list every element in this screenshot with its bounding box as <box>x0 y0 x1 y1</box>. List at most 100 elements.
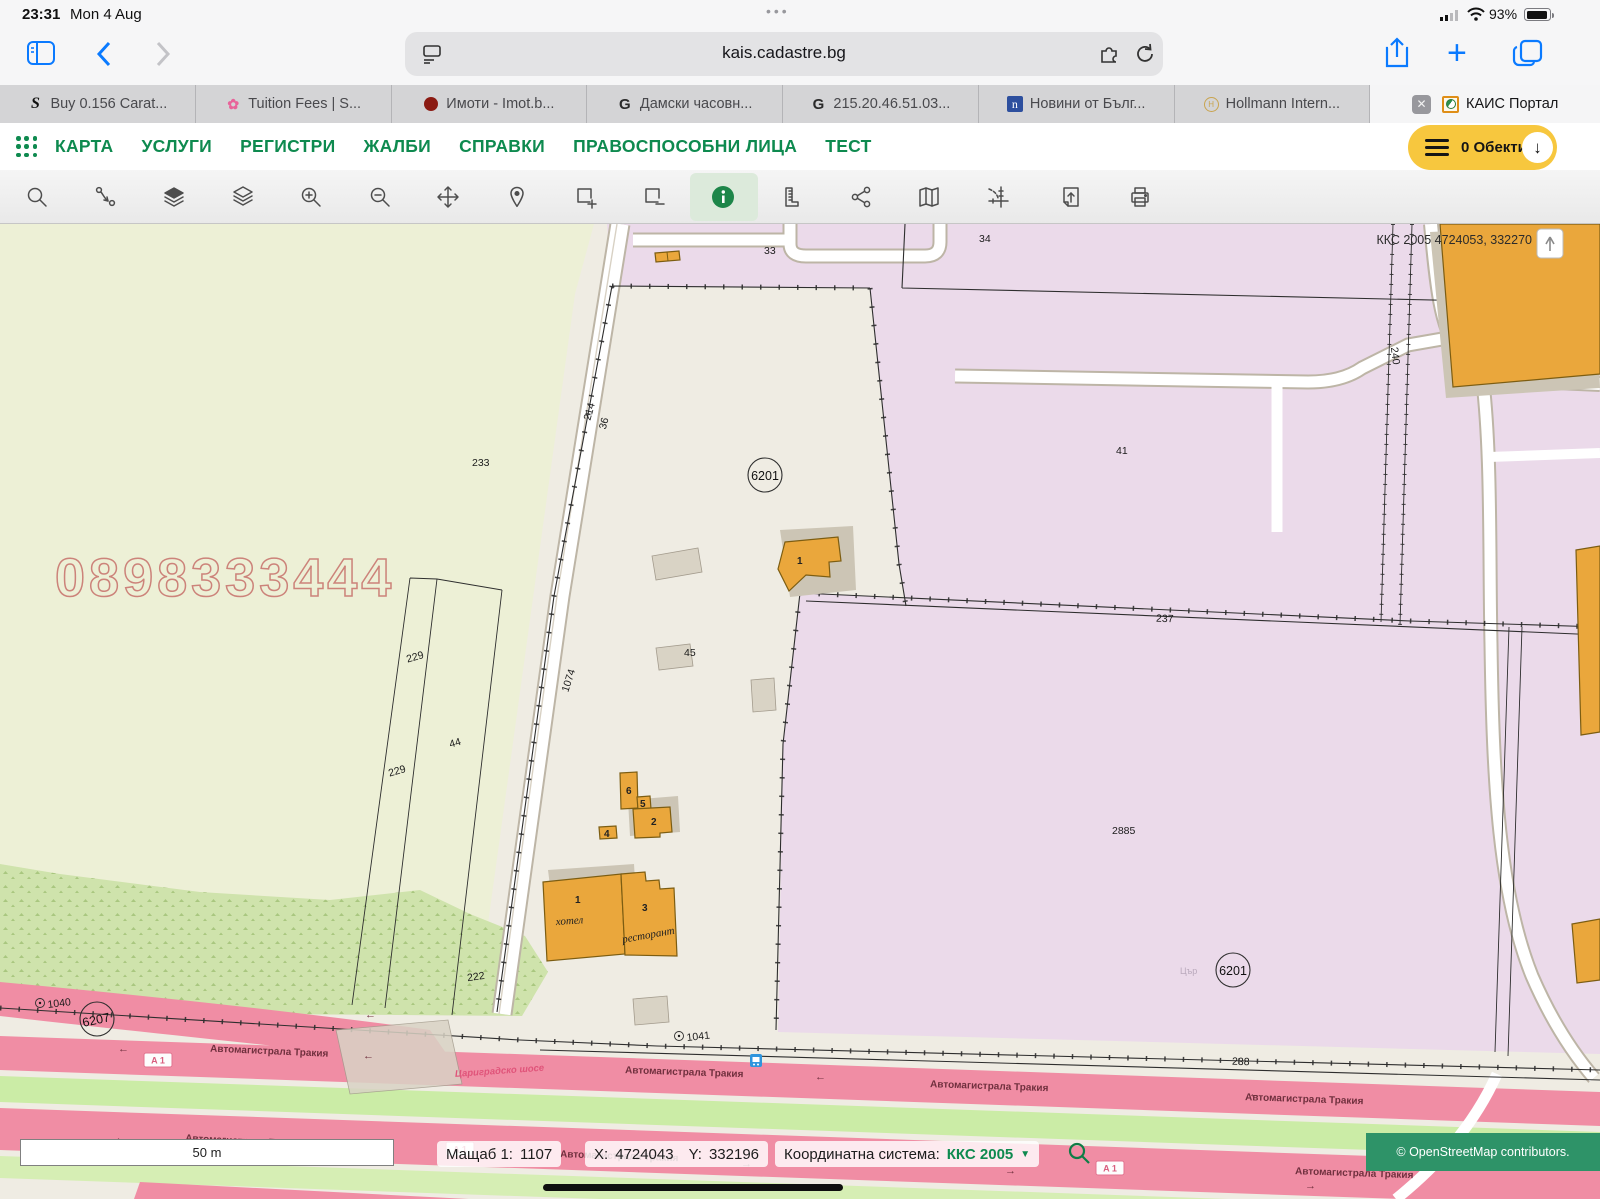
crs-readout: ККС 2005 4724053, 332270 <box>1376 233 1532 247</box>
search-icon[interactable] <box>25 185 49 209</box>
tab-ip-search[interactable]: G 215.20.46.51.03... <box>783 85 979 123</box>
svg-text:←: ← <box>118 1043 129 1055</box>
svg-text:→: → <box>1305 1180 1316 1192</box>
extent-remove-icon[interactable] <box>642 185 666 209</box>
nav-spravki[interactable]: СПРАВКИ <box>459 136 545 157</box>
print-icon[interactable] <box>1128 185 1152 209</box>
coordinates-readout: X:4724043 Y:332196 <box>585 1141 768 1167</box>
portal-nav: КАРТА УСЛУГИ РЕГИСТРИ ЖАЛБИ СПРАВКИ ПРАВ… <box>0 123 1600 170</box>
date: Mon 4 Aug <box>70 6 142 23</box>
nav-karta[interactable]: КАРТА <box>55 136 114 157</box>
close-tab-icon[interactable]: ✕ <box>1412 95 1431 114</box>
a1-badge: A 1 <box>1096 1161 1124 1175</box>
crs-selector[interactable]: Координатна система: ККС 2005 ▼ <box>775 1141 1039 1167</box>
north-arrow-button[interactable] <box>1537 229 1563 258</box>
nav-registri[interactable]: РЕГИСТРИ <box>240 136 335 157</box>
watermark-phone: 0898333444 <box>55 548 395 608</box>
tab-news[interactable]: n Новини от Бълг... <box>979 85 1175 123</box>
nav-test[interactable]: ТЕСТ <box>825 136 871 157</box>
nav-pravosposobni[interactable]: ПРАВОСПОСОБНИ ЛИЦА <box>573 136 797 157</box>
kais-favicon <box>1442 96 1459 113</box>
osm-attribution[interactable]: © OpenStreetMap contributors. <box>1366 1133 1600 1171</box>
svg-text:34: 34 <box>979 233 991 245</box>
svg-text:←: ← <box>365 1009 376 1021</box>
url-text[interactable]: kais.cadastre.bg <box>405 43 1163 63</box>
coordinate-grid-icon[interactable] <box>986 185 1010 209</box>
svg-text:A 1: A 1 <box>1103 1164 1117 1174</box>
extensions-icon[interactable] <box>1097 42 1121 66</box>
svg-text:4: 4 <box>604 829 610 840</box>
svg-text:2: 2 <box>651 817 657 828</box>
tab-imoti[interactable]: Имоти - Imot.b... <box>392 85 588 123</box>
reload-icon[interactable] <box>1133 42 1157 66</box>
tab-watches[interactable]: G Дамски часовн... <box>587 85 783 123</box>
battery-icon <box>1524 8 1551 21</box>
wifi-icon <box>1467 7 1485 21</box>
svg-text:6: 6 <box>626 786 632 797</box>
svg-text:33: 33 <box>764 245 776 257</box>
tab-sothebys[interactable]: S Buy 0.156 Carat... <box>0 85 196 123</box>
svg-text:A 1: A 1 <box>151 1056 165 1066</box>
svg-text:1: 1 <box>797 556 803 567</box>
map-toolbar <box>0 170 1600 224</box>
sothebys-favicon: S <box>27 96 43 112</box>
layers-outline-icon[interactable] <box>231 185 255 209</box>
svg-text:6201: 6201 <box>1219 964 1247 978</box>
multitask-dots[interactable]: ••• <box>766 3 790 19</box>
tabs-overview-icon[interactable] <box>1512 38 1544 68</box>
footer-search-icon[interactable] <box>1066 1140 1092 1171</box>
browser-toolbar: kais.cadastre.bg + <box>0 28 1600 85</box>
sidebar-toggle-icon[interactable] <box>26 40 56 66</box>
map-folded-icon[interactable] <box>917 185 941 209</box>
new-tab-button[interactable]: + <box>1447 34 1467 73</box>
clock: 23:31 <box>22 6 60 23</box>
apps-grid-icon[interactable] <box>16 136 38 158</box>
scale-bar: 50 m <box>20 1139 394 1166</box>
nav-uslugi[interactable]: УСЛУГИ <box>142 136 213 157</box>
svg-text:←: ← <box>363 1050 374 1062</box>
share-network-icon[interactable] <box>849 185 873 209</box>
zoom-out-icon[interactable] <box>368 185 392 209</box>
svg-text:2885: 2885 <box>1112 825 1136 837</box>
share-icon[interactable] <box>1383 37 1411 71</box>
tab-strip: S Buy 0.156 Carat... ✿ Tuition Fees | S.… <box>0 85 1600 123</box>
news-favicon: n <box>1007 96 1023 112</box>
layers-filled-icon[interactable] <box>162 185 186 209</box>
svg-text:Цър: Цър <box>1180 966 1197 976</box>
measure-icon[interactable] <box>780 185 804 209</box>
status-bar: 23:31 Mon 4 Aug ••• 93% <box>0 0 1600 28</box>
pan-icon[interactable] <box>436 185 460 209</box>
tab-kais-active[interactable]: ✕ КАИС Портал <box>1370 85 1600 123</box>
flower-favicon: ✿ <box>225 96 241 112</box>
objects-button[interactable]: 0 Обекти ↓ <box>1408 125 1557 170</box>
hollmann-favicon: H <box>1204 97 1219 112</box>
svg-text:←: ← <box>815 1071 826 1083</box>
svg-text:222: 222 <box>466 970 485 984</box>
extent-add-icon[interactable] <box>574 185 598 209</box>
svg-text:1: 1 <box>575 895 581 906</box>
download-arrow-icon[interactable]: ↓ <box>1522 132 1553 163</box>
tab-tuition[interactable]: ✿ Tuition Fees | S... <box>196 85 392 123</box>
map-canvas[interactable]: 0898333444 233 33 34 214 36 41 240 237 1… <box>0 224 1600 1199</box>
svg-text:1041: 1041 <box>686 1030 711 1044</box>
bus-stop-icon <box>750 1054 762 1067</box>
zoom-in-icon[interactable] <box>299 185 323 209</box>
a1-badge: A 1 <box>144 1053 172 1067</box>
svg-text:240: 240 <box>1388 346 1402 365</box>
export-document-icon[interactable] <box>1059 185 1083 209</box>
svg-text:45: 45 <box>684 647 696 659</box>
url-bar[interactable]: kais.cadastre.bg <box>405 32 1163 76</box>
tab-hollmann[interactable]: H Hollmann Intern... <box>1175 85 1371 123</box>
info-icon[interactable] <box>711 185 735 209</box>
nav-zhalbi[interactable]: ЖАЛБИ <box>363 136 431 157</box>
forward-button[interactable] <box>155 41 171 67</box>
select-features-icon[interactable] <box>93 185 117 209</box>
svg-text:5: 5 <box>640 799 646 810</box>
home-indicator[interactable] <box>543 1184 843 1191</box>
location-pin-icon[interactable] <box>505 185 529 209</box>
svg-text:41: 41 <box>1116 445 1128 457</box>
red-circle-favicon <box>424 97 438 111</box>
svg-text:хотел: хотел <box>554 914 583 928</box>
back-button[interactable] <box>96 41 112 67</box>
google-favicon: G <box>617 96 633 112</box>
